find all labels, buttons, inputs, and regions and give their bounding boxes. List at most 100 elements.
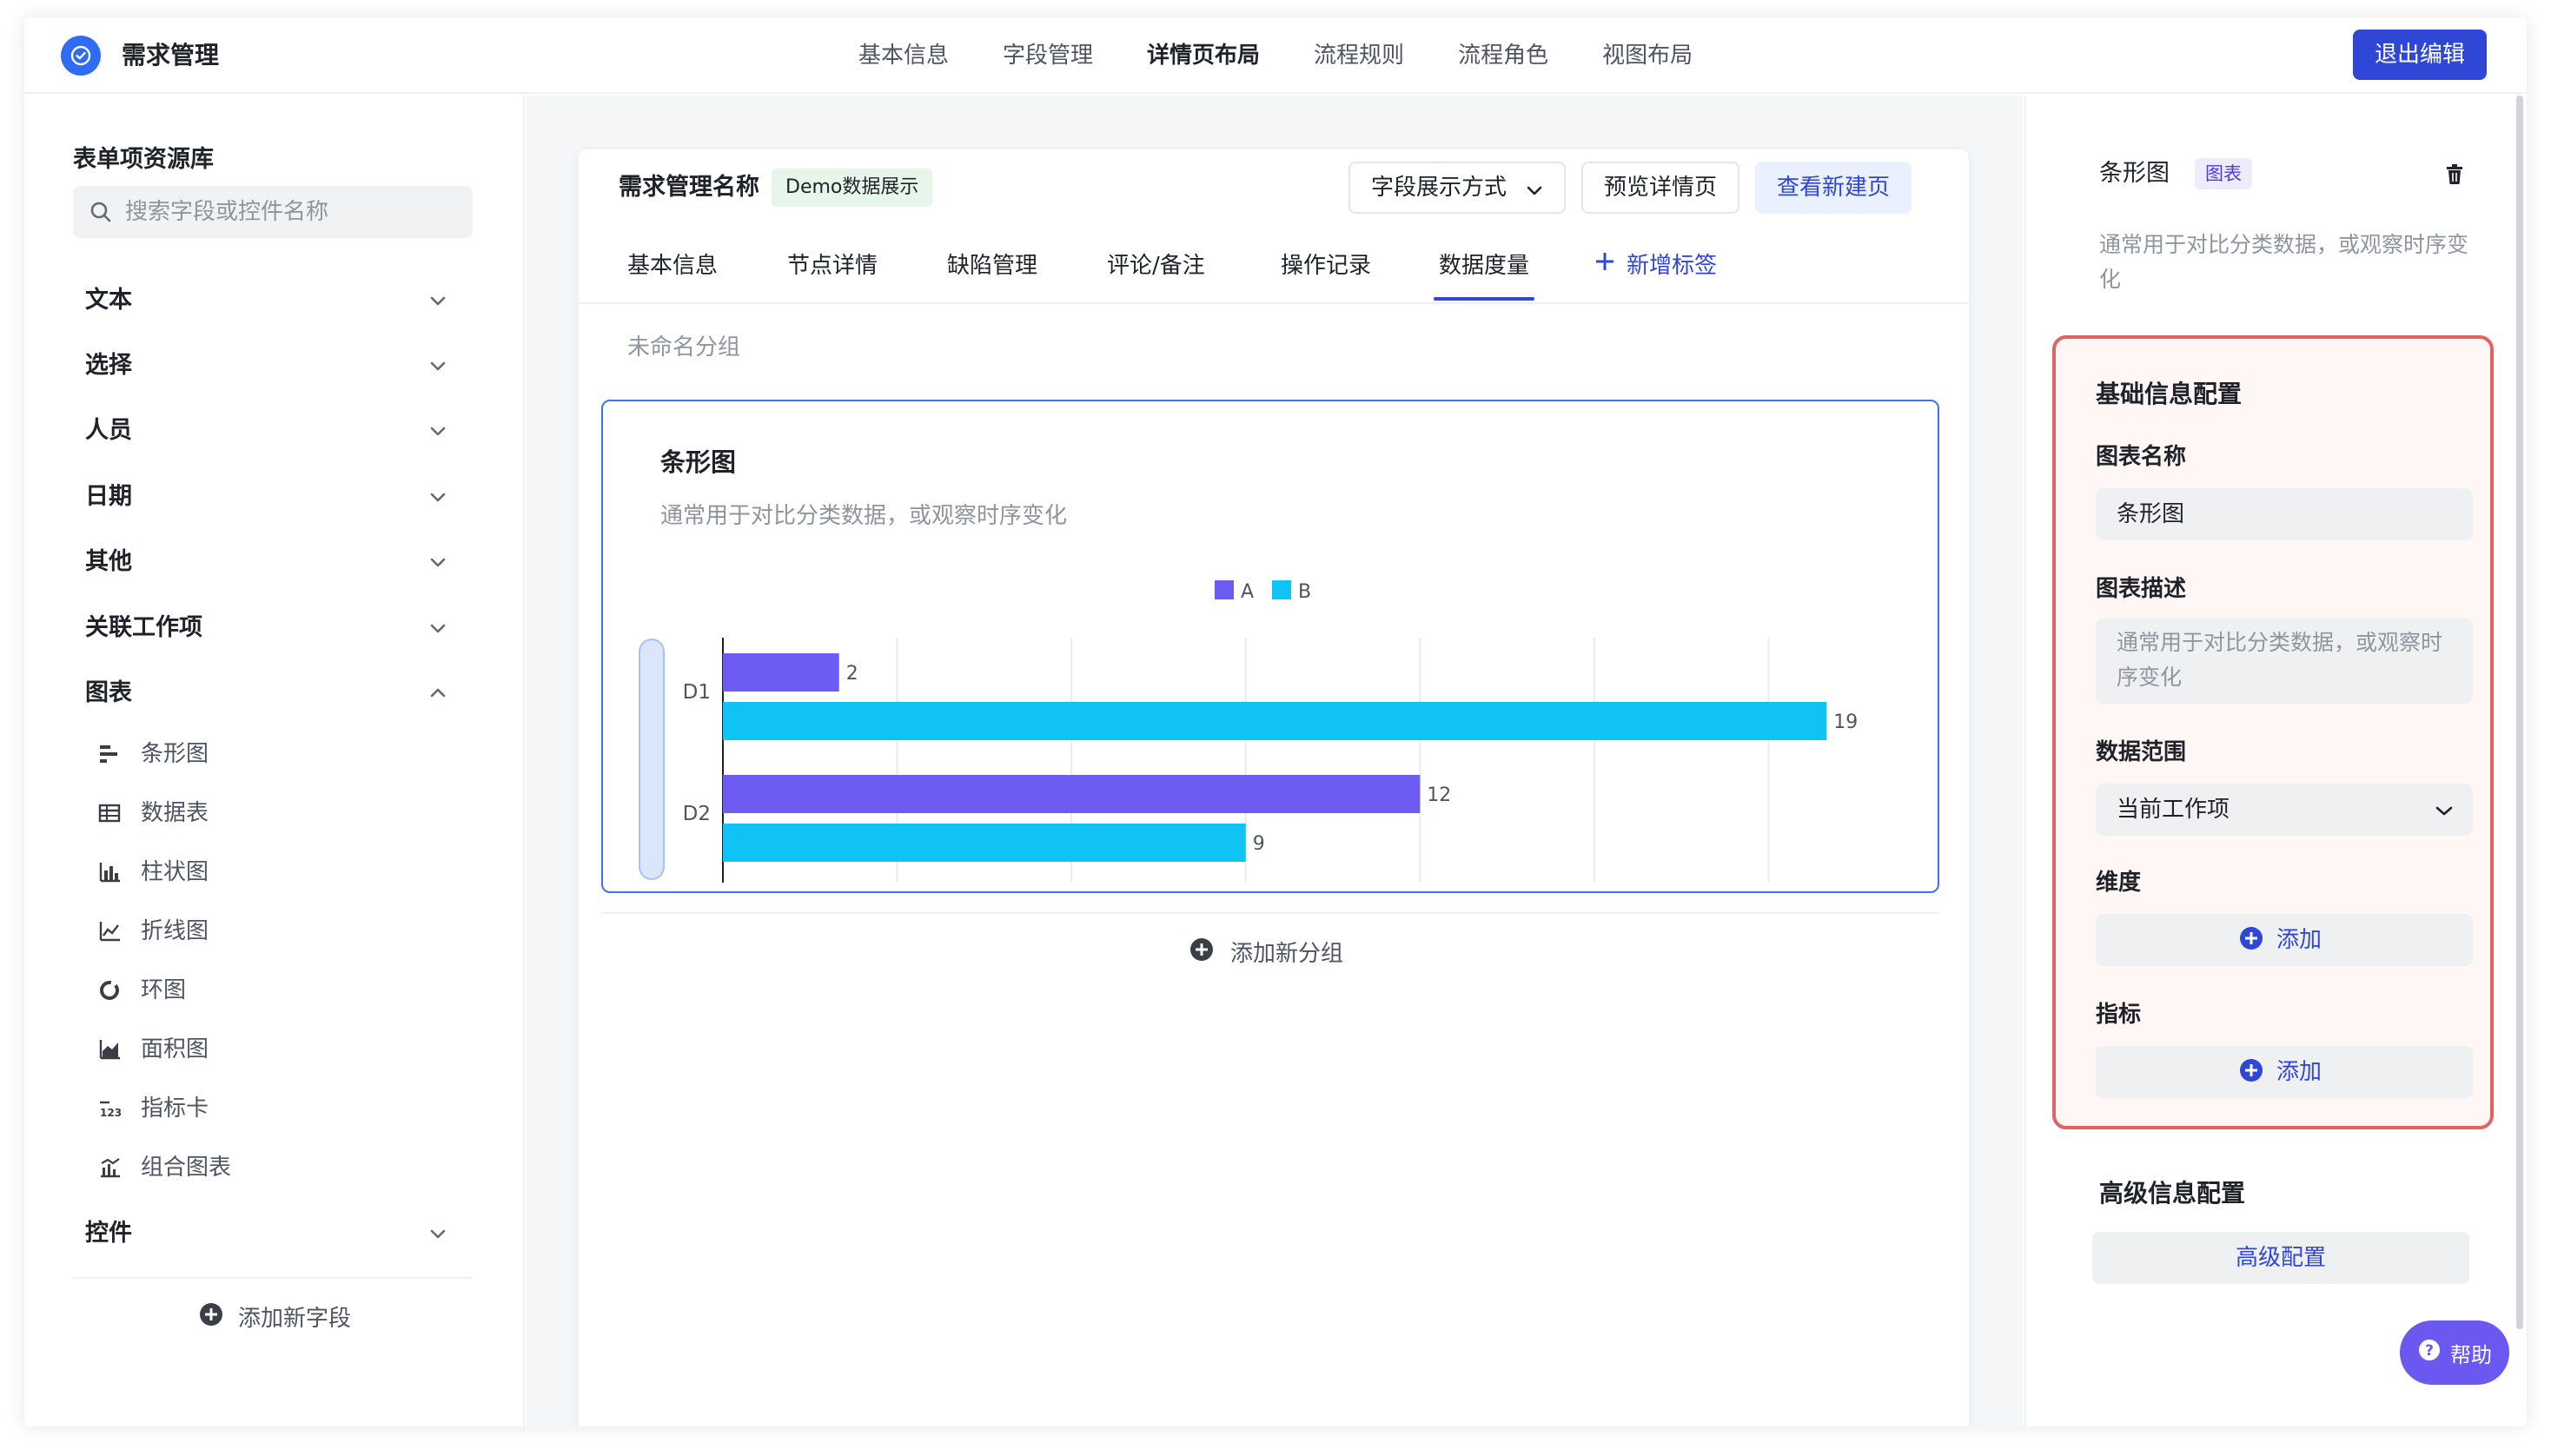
add-tab-button[interactable]: 新增标签 (1594, 248, 1717, 283)
kpi-card-icon: 123 (97, 1096, 122, 1121)
chart-item-combo[interactable]: 组合图表 (97, 1145, 462, 1190)
chart-desc-placeholder: 通常用于对比分类数据，或观察时序变化 (2117, 630, 2443, 690)
preview-detail-button[interactable]: 预览详情页 (1581, 162, 1739, 214)
demo-badge: Demo数据展示 (772, 169, 933, 207)
bar-value-label: 9 (1253, 833, 1265, 855)
chart-item-line[interactable]: 折线图 (97, 909, 462, 954)
add-tab-label: 新增标签 (1627, 253, 1718, 279)
nav-flow-rules[interactable]: 流程规则 (1314, 38, 1404, 73)
category-person[interactable]: 人员 (73, 407, 473, 455)
add-field-button[interactable]: 添加新字段 (198, 1294, 351, 1338)
chevron-down-icon (427, 420, 448, 445)
column-chart-icon (97, 860, 122, 884)
category-label: 其他 (85, 548, 132, 575)
chart-item-label: 环图 (141, 977, 187, 1003)
help-button[interactable]: ? 帮助 (2400, 1320, 2509, 1385)
bar-value-label: 2 (846, 663, 858, 685)
chevron-down-icon (1524, 181, 1545, 208)
bar (723, 653, 839, 692)
question-icon: ? (2417, 1338, 2442, 1367)
chevron-down-icon (427, 355, 448, 380)
plus-circle-icon (2238, 925, 2264, 955)
chart-item-bar[interactable]: 条形图 (97, 731, 462, 777)
svg-text:123: 123 (100, 1107, 122, 1119)
chevron-down-icon (427, 486, 448, 511)
search-icon (89, 200, 113, 228)
group-name[interactable]: 未命名分组 (627, 330, 740, 365)
legend-label: A (1241, 581, 1254, 603)
category-select[interactable]: 选择 (73, 341, 473, 390)
bar (723, 824, 1246, 862)
tab-node-details[interactable]: 节点详情 (787, 248, 878, 283)
chart-item-area[interactable]: 面积图 (97, 1027, 462, 1072)
category-controls[interactable]: 控件 (73, 1209, 473, 1258)
dimension-label: 维度 (2096, 870, 2142, 896)
chart-item-column[interactable]: 柱状图 (97, 850, 462, 895)
chart-item-kpi-card[interactable]: 123 指标卡 (97, 1086, 462, 1131)
category-linked-items[interactable]: 关联工作项 (73, 604, 473, 652)
help-label: 帮助 (2450, 1342, 2492, 1367)
add-field-label: 添加新字段 (238, 1305, 352, 1332)
chart-item-label: 指标卡 (141, 1095, 209, 1122)
chart-item-label: 数据表 (141, 800, 209, 826)
nav-detail-layout[interactable]: 详情页布局 (1147, 38, 1260, 73)
add-dimension-button[interactable]: 添加 (2096, 914, 2473, 966)
legend-label: B (1298, 581, 1311, 603)
nav-flow-roles[interactable]: 流程角色 (1458, 38, 1548, 73)
layout-canvas: 需求管理名称 Demo数据展示 字段展示方式 预览详情页 查看新建页 基本信息 … (527, 96, 2023, 1426)
tab-defect-management[interactable]: 缺陷管理 (947, 248, 1037, 283)
add-metric-button[interactable]: 添加 (2096, 1046, 2473, 1098)
nav-basic-info[interactable]: 基本信息 (858, 38, 949, 73)
category-text[interactable]: 文本 (73, 276, 473, 325)
tab-comments[interactable]: 评论/备注 (1107, 248, 1205, 283)
category-charts[interactable]: 图表 (73, 669, 473, 718)
plus-icon (1594, 248, 1616, 283)
chart-name-field[interactable]: 条形图 (2096, 488, 2473, 540)
detail-page-card: 需求管理名称 Demo数据展示 字段展示方式 预览详情页 查看新建页 基本信息 … (579, 149, 1969, 1426)
tab-data-metrics[interactable]: 数据度量 (1439, 248, 1529, 283)
tab-basic-info[interactable]: 基本信息 (627, 248, 718, 283)
legend-swatch (1272, 580, 1291, 599)
app-title: 需求管理 (122, 41, 220, 69)
basic-config-title: 基础信息配置 (2096, 380, 2243, 408)
category-other[interactable]: 其他 (73, 538, 473, 586)
view-new-page-button[interactable]: 查看新建页 (1755, 162, 1912, 214)
nav-view-layout[interactable]: 视图布局 (1602, 38, 1693, 73)
chevron-down-icon (2435, 804, 2454, 821)
category-label: 文本 (85, 287, 132, 314)
bar-chart-widget[interactable]: 条形图 通常用于对比分类数据，或观察时序变化 036912151821ABD12… (601, 400, 1939, 893)
bar-value-label: 12 (1427, 784, 1451, 806)
data-range-select[interactable]: 当前工作项 (2096, 784, 2473, 836)
legend-swatch (1215, 580, 1234, 599)
chart-item-donut[interactable]: 环图 (97, 968, 462, 1013)
chart-item-label: 条形图 (141, 741, 209, 767)
tab-operation-log[interactable]: 操作记录 (1281, 248, 1371, 283)
table-icon (97, 801, 122, 825)
field-display-dropdown[interactable]: 字段展示方式 (1348, 162, 1566, 214)
chart-item-table[interactable]: 数据表 (97, 791, 462, 836)
category-label: 日期 (85, 483, 132, 510)
resource-sidebar: 表单项资源库 文本 选择 人员 日期 其他 关联工作项 (24, 96, 525, 1426)
search-box[interactable] (73, 186, 473, 238)
chart-desc-field[interactable]: 通常用于对比分类数据，或观察时序变化 (2096, 619, 2473, 704)
add-group-label: 添加新分组 (1230, 940, 1344, 967)
chevron-down-icon (427, 290, 448, 314)
search-input[interactable] (125, 195, 455, 229)
data-range-value: 当前工作项 (2117, 797, 2230, 823)
trash-icon[interactable] (2442, 162, 2468, 191)
scrollbar[interactable] (2516, 96, 2523, 1329)
category-label: 关联工作项 (85, 614, 202, 641)
donut-chart-icon (97, 978, 122, 1003)
exit-edit-button[interactable]: 退出编辑 (2353, 30, 2487, 80)
advanced-config-button[interactable]: 高级配置 (2092, 1232, 2469, 1284)
nav-field-management[interactable]: 字段管理 (1003, 38, 1093, 73)
bar (723, 775, 1421, 813)
card-title: 需求管理名称 (619, 174, 759, 201)
category-date[interactable]: 日期 (73, 473, 473, 521)
chart-item-label: 柱状图 (141, 859, 209, 885)
detail-tabs: 基本信息 节点详情 缺陷管理 评论/备注 操作记录 数据度量 新增标签 (579, 231, 1969, 304)
basic-config-section: 基础信息配置 图表名称 条形图 图表描述 通常用于对比分类数据，或观察时序变化 … (2052, 335, 2494, 1129)
y-category-label: D1 (683, 681, 711, 704)
chevron-down-icon (427, 1223, 448, 1248)
add-group-button[interactable]: 添加新分组 (1189, 930, 1343, 973)
